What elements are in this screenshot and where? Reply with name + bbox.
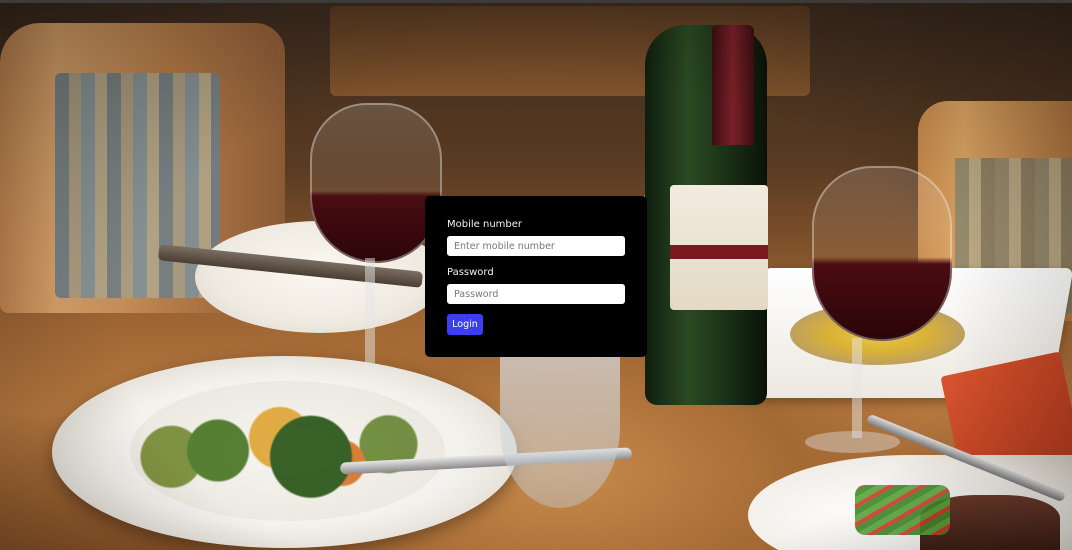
- login-card: Mobile number Password Login: [425, 196, 647, 357]
- password-input[interactable]: [447, 284, 625, 304]
- password-label: Password: [447, 267, 494, 278]
- mobile-number-label: Mobile number: [447, 219, 523, 230]
- login-button[interactable]: Login: [447, 314, 483, 335]
- mobile-number-input[interactable]: [447, 236, 625, 256]
